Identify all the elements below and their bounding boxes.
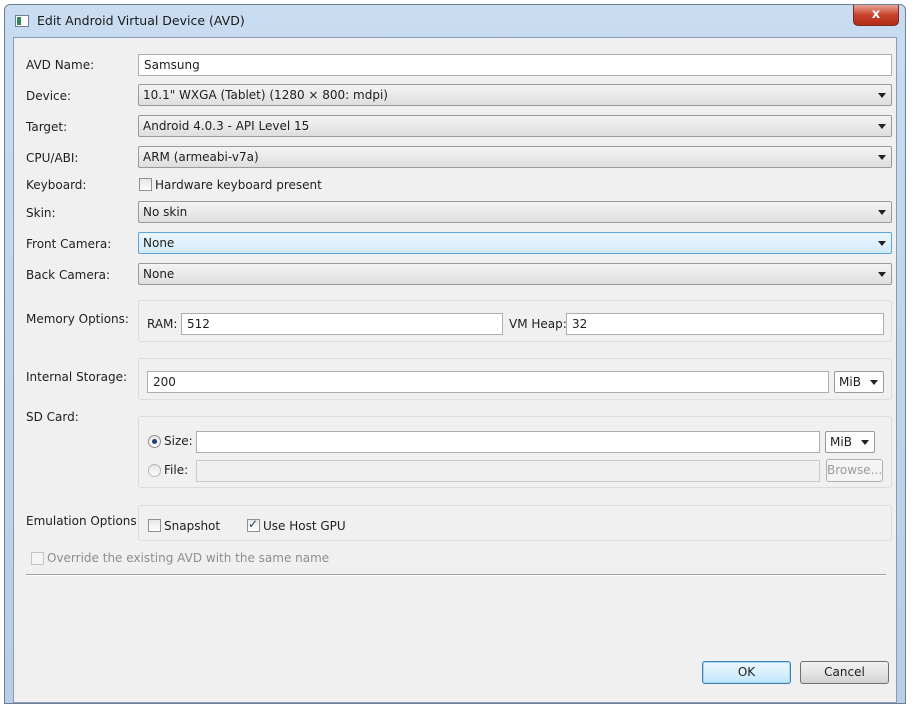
front-camera-value: None [143, 236, 175, 250]
override-avd-label: Override the existing AVD with the same … [47, 551, 330, 565]
separator [26, 574, 886, 576]
back-camera-select[interactable]: None [138, 263, 892, 285]
vm-heap-label: VM Heap: [509, 317, 567, 331]
back-camera-label: Back Camera: [26, 268, 111, 282]
dialog-window: Edit Android Virtual Device (AVD) x AVD … [4, 4, 906, 704]
chevron-down-icon [861, 440, 869, 445]
emulation-options-group: Snapshot Use Host GPU [138, 505, 892, 541]
snapshot-checkbox[interactable] [148, 519, 161, 532]
cpu-abi-value: ARM (armeabi-v7a) [143, 150, 259, 164]
use-host-gpu-checkbox[interactable] [247, 517, 260, 532]
vm-heap-input[interactable]: 32 [566, 313, 884, 335]
avd-name-label: AVD Name: [26, 58, 95, 72]
sd-size-label[interactable]: Size: [164, 434, 193, 448]
sd-file-label[interactable]: File: [164, 463, 188, 477]
device-select[interactable]: 10.1" WXGA (Tablet) (1280 × 800: mdpi) [138, 84, 892, 106]
target-value: Android 4.0.3 - API Level 15 [143, 119, 310, 133]
cpu-abi-select[interactable]: ARM (armeabi-v7a) [138, 146, 892, 168]
internal-storage-label: Internal Storage: [26, 370, 128, 384]
device-value: 10.1" WXGA (Tablet) (1280 × 800: mdpi) [143, 88, 388, 102]
internal-storage-unit-value: MiB [839, 375, 861, 389]
sd-file-radio[interactable] [148, 464, 161, 477]
emulation-options-label: Emulation Options: [26, 514, 141, 528]
front-camera-label: Front Camera: [26, 237, 112, 251]
ram-input[interactable]: 512 [181, 313, 503, 335]
chevron-down-icon [878, 155, 886, 160]
chevron-down-icon [878, 272, 886, 277]
hardware-keyboard-checkbox[interactable] [139, 178, 152, 191]
sd-size-unit-value: MiB [830, 435, 852, 449]
sd-size-unit-select[interactable]: MiB [825, 431, 875, 453]
cpu-abi-label: CPU/ABI: [26, 151, 79, 165]
chevron-down-icon [870, 380, 878, 385]
memory-options-label: Memory Options: [26, 312, 129, 326]
internal-storage-unit-select[interactable]: MiB [834, 371, 884, 393]
target-label: Target: [26, 120, 68, 134]
app-window-icon [15, 15, 29, 27]
sd-size-input[interactable] [196, 431, 820, 453]
chevron-down-icon [878, 241, 886, 246]
close-button[interactable]: x [853, 5, 899, 26]
keyboard-label: Keyboard: [26, 178, 87, 192]
sd-card-label: SD Card: [26, 410, 79, 424]
title-bar[interactable]: Edit Android Virtual Device (AVD) x [5, 5, 905, 37]
chevron-down-icon [878, 210, 886, 215]
hardware-keyboard-label[interactable]: Hardware keyboard present [155, 178, 322, 192]
internal-storage-group: 200 MiB [138, 358, 892, 400]
ram-label: RAM: [147, 317, 178, 331]
window-title: Edit Android Virtual Device (AVD) [37, 13, 245, 28]
front-camera-select[interactable]: None [138, 232, 892, 254]
memory-options-group: RAM: 512 VM Heap: 32 [138, 300, 892, 342]
ok-button[interactable]: OK [702, 661, 791, 684]
avd-name-input[interactable]: Samsung [138, 54, 892, 76]
skin-label: Skin: [26, 206, 56, 220]
cancel-button[interactable]: Cancel [800, 661, 889, 684]
device-label: Device: [26, 89, 72, 103]
target-select[interactable]: Android 4.0.3 - API Level 15 [138, 115, 892, 137]
override-avd-checkbox[interactable] [31, 552, 44, 565]
internal-storage-input[interactable]: 200 [147, 371, 829, 393]
browse-button[interactable]: Browse... [826, 459, 883, 482]
back-camera-value: None [143, 267, 175, 281]
sd-size-radio[interactable] [148, 435, 161, 448]
skin-select[interactable]: No skin [138, 201, 892, 223]
dialog-client-area: AVD Name: Samsung Device: 10.1" WXGA (Ta… [13, 37, 897, 703]
chevron-down-icon [878, 124, 886, 129]
chevron-down-icon [878, 93, 886, 98]
sd-file-input[interactable] [196, 460, 820, 482]
use-host-gpu-label[interactable]: Use Host GPU [263, 519, 346, 533]
skin-value: No skin [143, 205, 188, 219]
sd-card-group: Size: MiB File: Browse... [138, 416, 892, 488]
snapshot-label[interactable]: Snapshot [164, 519, 220, 533]
